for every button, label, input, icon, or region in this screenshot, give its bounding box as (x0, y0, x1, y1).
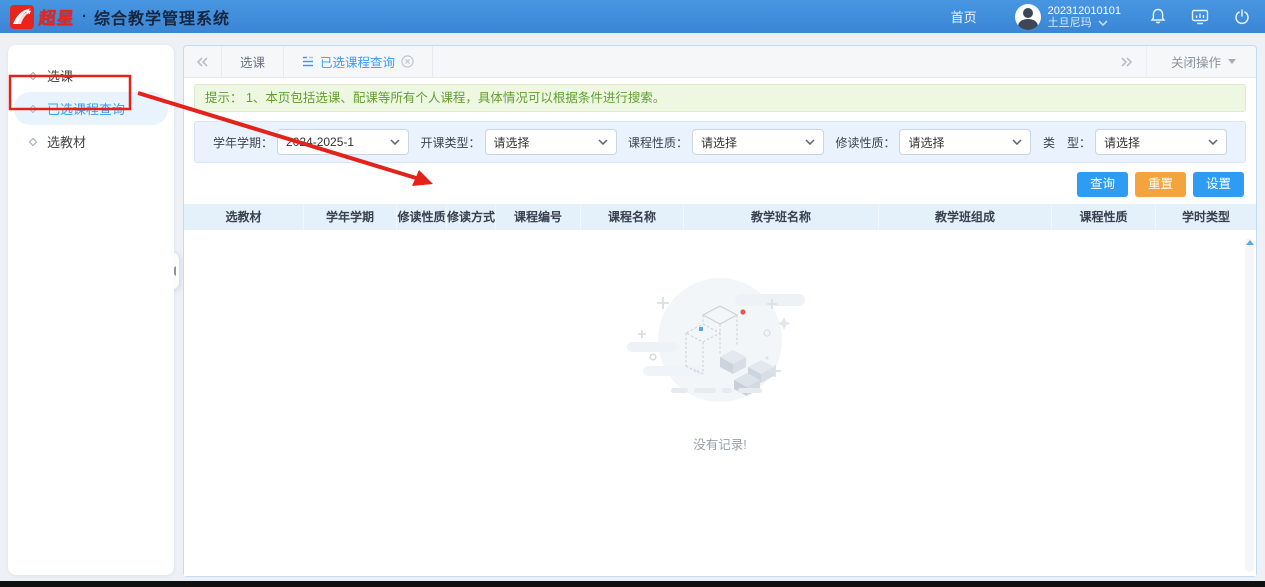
user-block[interactable]: 202312010101 土旦尼玛 (1048, 5, 1121, 29)
close-operations-label: 关闭操作 (1171, 52, 1221, 71)
filter-bar: 学年学期： 2024-2025-1 开课类型： 请选择 课程性质： 请选择 (194, 121, 1246, 163)
sidebar: 选课 已选课程查询 选教材 (8, 45, 174, 575)
chevron-down-icon (1012, 139, 1022, 145)
query-button[interactable]: 查询 (1077, 172, 1128, 197)
filter-label: 学年学期： (213, 134, 273, 151)
sidebar-item-label: 选课 (47, 66, 73, 85)
tab-course-selection[interactable]: 选课 (222, 46, 284, 77)
chevron-down-icon (390, 139, 400, 145)
empty-boxes-illustration (615, 270, 825, 420)
column-header: 教学班组成 (879, 204, 1052, 230)
type-select[interactable]: 请选择 (1095, 129, 1227, 155)
chevron-down-icon (1208, 139, 1218, 145)
tab-label: 已选课程查询 (320, 52, 395, 71)
column-header: 课程编号 (496, 204, 581, 230)
filter-course-nature: 课程性质： 请选择 (628, 129, 824, 155)
select-value: 请选择 (701, 134, 805, 151)
tabs-scroll-left-button[interactable] (184, 46, 222, 77)
column-header: 修读性质 (397, 204, 447, 230)
empty-state: 没有记录! (615, 270, 825, 453)
bottom-black-bar (0, 581, 1265, 587)
filter-academic-term: 学年学期： 2024-2025-1 (213, 129, 409, 155)
chaoxing-logo-icon (10, 5, 34, 29)
column-header: 选教材 (184, 204, 304, 230)
settings-button[interactable]: 设置 (1193, 172, 1244, 197)
column-header: 课程名称 (581, 204, 684, 230)
action-buttons: 查询 重置 设置 (184, 172, 1256, 197)
table-body: 没有记录! (184, 230, 1256, 576)
filter-label: 修读性质： (835, 134, 895, 151)
home-link[interactable]: 首页 (951, 7, 977, 26)
brand: 超星 · 综合教学管理系统 (10, 4, 230, 29)
notice-bar: 提示： 1、本页包括选课、配课等所有个人课程，具体情况可以根据条件进行搜索。 (194, 84, 1246, 112)
close-operations-dropdown[interactable]: 关闭操作 (1146, 46, 1256, 77)
select-value: 请选择 (908, 134, 1012, 151)
topbar-right: 首页 202312010101 土旦尼玛 (951, 4, 1251, 30)
diamond-bullet-icon (29, 137, 37, 145)
caret-down-icon (1228, 59, 1236, 64)
main-content: 选课 已选课程查询 关闭操作 提示： 1、本页包括 (183, 45, 1257, 577)
diamond-bullet-icon (29, 71, 37, 79)
scroll-up-icon[interactable] (1246, 240, 1254, 245)
page: { "header": { "logo_text": "超星", "separa… (0, 0, 1265, 587)
sidebar-item-label: 已选课程查询 (47, 99, 125, 118)
column-header: 学年学期 (304, 204, 397, 230)
column-header: 修读方式 (447, 204, 496, 230)
brand-separator: · (82, 8, 87, 25)
column-header: 教学班名称 (684, 204, 879, 230)
table-scrollbar[interactable] (1245, 238, 1254, 572)
table-header-row: 选教材 学年学期 修读性质 修读方式 课程编号 课程名称 教学班名称 教学班组成… (184, 204, 1256, 230)
sidebar-item-selected-course-query[interactable]: 已选课程查询 (14, 92, 168, 125)
filter-study-nature: 修读性质： 请选择 (835, 129, 1031, 155)
tabs-scroll-right-button[interactable] (1108, 46, 1146, 77)
filter-label: 课程性质： (628, 134, 688, 151)
chevron-down-icon (598, 139, 608, 145)
user-id: 202312010101 (1048, 5, 1121, 17)
monitor-icon[interactable] (1191, 8, 1209, 26)
filter-label: 开课类型： (420, 134, 480, 151)
diamond-bullet-icon (29, 104, 37, 112)
tab-selected-course-query[interactable]: 已选课程查询 (284, 46, 433, 77)
close-tab-icon[interactable] (401, 55, 414, 68)
sidebar-item-course-selection[interactable]: 选课 (14, 59, 168, 92)
topbar: 超星 · 综合教学管理系统 首页 202312010101 土旦尼玛 (0, 0, 1265, 33)
tab-label: 选课 (240, 52, 265, 71)
no-records-message: 没有记录! (693, 434, 746, 453)
app-title: 综合教学管理系统 (94, 5, 230, 29)
chevron-down-icon (805, 139, 815, 145)
select-value: 请选择 (494, 134, 598, 151)
filter-label: 类 型： (1043, 134, 1091, 151)
column-header: 学时类型 (1156, 204, 1256, 230)
select-value: 请选择 (1104, 134, 1208, 151)
study-nature-select[interactable]: 请选择 (899, 129, 1031, 155)
logo-text: 超星 (38, 4, 77, 29)
double-chevron-left-icon (196, 57, 209, 67)
user-name: 土旦尼玛 (1048, 17, 1092, 29)
filter-type: 类 型： 请选择 (1043, 129, 1227, 155)
sidebar-item-textbook-selection[interactable]: 选教材 (14, 125, 168, 158)
bell-icon[interactable] (1149, 8, 1167, 26)
power-icon[interactable] (1233, 8, 1251, 26)
double-chevron-right-icon (1120, 57, 1133, 67)
academic-term-select[interactable]: 2024-2025-1 (277, 129, 409, 155)
select-value: 2024-2025-1 (286, 135, 390, 149)
filter-course-open-type: 开课类型： 请选择 (420, 129, 616, 155)
reset-button[interactable]: 重置 (1135, 172, 1186, 197)
sidebar-item-label: 选教材 (47, 132, 86, 151)
column-header: 课程性质 (1052, 204, 1156, 230)
user-menu-chevron-icon[interactable] (1098, 20, 1108, 26)
course-open-type-select[interactable]: 请选择 (485, 129, 617, 155)
avatar[interactable] (1015, 4, 1041, 30)
tab-strip: 选课 已选课程查询 关闭操作 (184, 46, 1256, 78)
list-icon (302, 56, 314, 67)
course-nature-select[interactable]: 请选择 (692, 129, 824, 155)
